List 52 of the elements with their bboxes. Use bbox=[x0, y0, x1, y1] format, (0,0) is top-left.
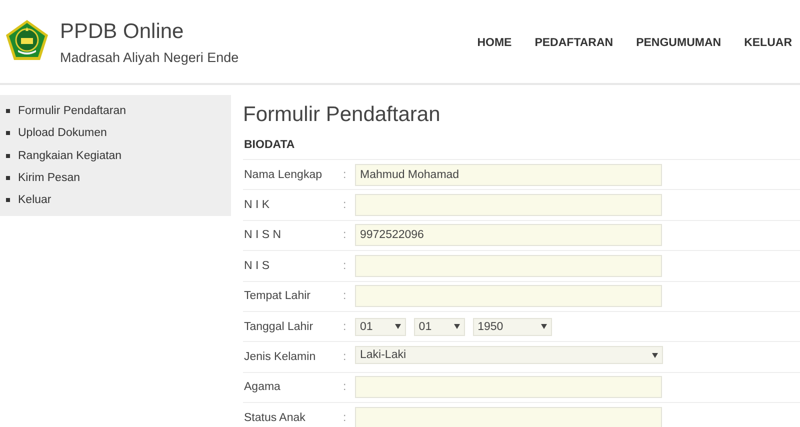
dropdown[interactable]: 01 bbox=[414, 318, 465, 336]
field-label: N I S N bbox=[243, 229, 282, 242]
site-subtitle: Madrasah Aliyah Negeri Ende bbox=[60, 50, 239, 64]
input-field[interactable] bbox=[355, 194, 662, 216]
colon: : bbox=[343, 199, 348, 212]
nav-link[interactable]: HOME bbox=[466, 36, 523, 48]
form-title: Formulir Pendaftaran bbox=[243, 103, 442, 128]
sidebar-link[interactable]: Upload Dokumen bbox=[18, 127, 107, 140]
input-field[interactable]: Mahmud Mohamad bbox=[355, 164, 662, 186]
field-label: Jenis Kelamin bbox=[243, 351, 317, 364]
colon: : bbox=[343, 412, 348, 424]
emblem-logo bbox=[4, 18, 50, 62]
bullet-icon bbox=[6, 154, 10, 158]
bullet-icon bbox=[6, 131, 10, 136]
input-field[interactable]: 9972522096 bbox=[355, 224, 662, 246]
sidebar-link[interactable]: Formulir Pendaftaran bbox=[18, 105, 126, 118]
caret-icon bbox=[541, 324, 548, 330]
caret-icon bbox=[454, 324, 460, 330]
colon: : bbox=[343, 381, 348, 394]
dropdown[interactable]: Laki-Laki bbox=[355, 346, 663, 364]
section-heading: BIODATA bbox=[243, 139, 800, 160]
sidebar-link[interactable]: Kirim Pesan bbox=[18, 172, 80, 184]
input-field[interactable] bbox=[355, 254, 662, 277]
colon: : bbox=[343, 320, 348, 333]
dropdown[interactable]: 1950 bbox=[472, 318, 552, 336]
caret-icon bbox=[652, 352, 658, 358]
field-label: N I S bbox=[243, 260, 271, 272]
colon: : bbox=[343, 168, 348, 181]
sidebar-link[interactable]: Keluar bbox=[18, 194, 52, 206]
field-label: Status Anak bbox=[243, 412, 306, 424]
bullet-icon bbox=[6, 198, 10, 202]
dropdown[interactable]: 01 bbox=[355, 318, 406, 336]
colon: : bbox=[343, 229, 348, 242]
nav-link[interactable]: PEDAFTARAN bbox=[524, 36, 624, 48]
site-title: PPDB Online bbox=[60, 18, 185, 44]
colon: : bbox=[343, 260, 348, 272]
colon: : bbox=[343, 351, 348, 364]
field-label: Agama bbox=[243, 381, 282, 394]
input-field[interactable] bbox=[355, 406, 662, 427]
bullet-icon bbox=[6, 176, 10, 180]
colon: : bbox=[343, 290, 348, 302]
caret-icon bbox=[394, 324, 401, 330]
bullet-icon bbox=[6, 109, 10, 114]
nav-link[interactable]: PENGUMUMAN bbox=[625, 36, 732, 48]
nav-link[interactable]: KELUAR bbox=[733, 36, 792, 48]
field-label: N I K bbox=[243, 199, 271, 212]
input-field[interactable] bbox=[355, 285, 662, 308]
field-label: Nama Lengkap bbox=[243, 168, 323, 181]
field-label: Tempat Lahir bbox=[243, 290, 312, 302]
field-label: Tanggal Lahir bbox=[243, 320, 314, 333]
input-field[interactable] bbox=[355, 376, 662, 398]
sidebar-link[interactable]: Rangkaian Kegiatan bbox=[18, 150, 122, 162]
